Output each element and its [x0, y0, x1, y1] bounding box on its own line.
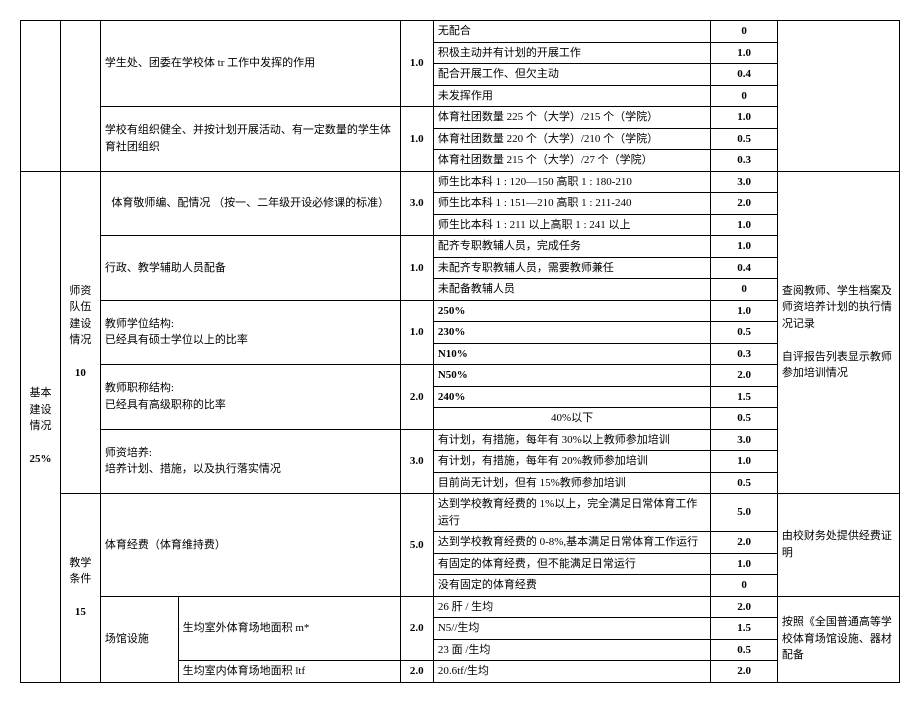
- crit: 达到学校教育经费的 0-8%,基本满足日常体育工作运行: [433, 532, 710, 554]
- crit: 体育社团数量 215 个（大学）/27 个（学院）: [433, 150, 710, 172]
- pts: 1.0: [400, 21, 433, 107]
- score: 1.5: [711, 618, 778, 640]
- crit: 有固定的体育经费，但不能满足日常运行: [433, 553, 710, 575]
- score: 0.5: [711, 128, 778, 150]
- pts: 1.0: [400, 300, 433, 365]
- score: 1.0: [711, 300, 778, 322]
- score: 0.5: [711, 639, 778, 661]
- pts: 1.0: [400, 236, 433, 301]
- score: 1.0: [711, 42, 778, 64]
- pts: 5.0: [400, 494, 433, 597]
- score: 1.0: [711, 553, 778, 575]
- crit: 250%: [433, 300, 710, 322]
- sub-pts: 10: [75, 367, 86, 379]
- crit: 师生比本科 1 : 151—210 高职 1 : 211-240: [433, 193, 710, 215]
- desc: 行政、教学辅助人员配备: [100, 236, 400, 301]
- crit: 40%以下: [433, 408, 710, 430]
- score: 1.0: [711, 236, 778, 258]
- cat-label: 基本建设情况: [29, 387, 51, 432]
- score: 0: [711, 85, 778, 107]
- note: [777, 21, 899, 172]
- score: 0.4: [711, 257, 778, 279]
- crit: 240%: [433, 386, 710, 408]
- crit: N10%: [433, 343, 710, 365]
- note: 由校财务处提供经费证明: [777, 494, 899, 597]
- sub-teach: 教学条件 15: [60, 494, 100, 683]
- crit: 有计划，有措施，每年有 30%以上教师参加培训: [433, 429, 710, 451]
- evaluation-table: 学生处、团委在学校体 tr 工作中发挥的作用 1.0 无配合 0 积极主动并有计…: [20, 20, 900, 683]
- cat0: [21, 21, 61, 172]
- score: 0: [711, 575, 778, 597]
- note: 查阅教师、学生档案及师资培养计划的执行情况记录 自评报告列表显示教师参加培训情况: [777, 171, 899, 494]
- crit: 23 面 /生均: [433, 639, 710, 661]
- desc: 场馆设施: [100, 596, 178, 682]
- crit: 体育社团数量 220 个（大学）/210 个（学院）: [433, 128, 710, 150]
- score: 0.5: [711, 472, 778, 494]
- crit: 有计划，有措施，每年有 20%教师参加培训: [433, 451, 710, 473]
- sub0: [60, 21, 100, 172]
- score: 1.0: [711, 451, 778, 473]
- crit: 未配齐专职教辅人员，需要教师兼任: [433, 257, 710, 279]
- score: 0.5: [711, 408, 778, 430]
- cat-basic: 基本建设情况 25%: [21, 171, 61, 682]
- desc: 学生处、团委在学校体 tr 工作中发挥的作用: [100, 21, 400, 107]
- crit: 师生比本科 1 : 120—150 高职 1 : 180-210: [433, 171, 710, 193]
- row: 学生处、团委在学校体 tr 工作中发挥的作用 1.0 无配合 0: [21, 21, 900, 43]
- score: 1.5: [711, 386, 778, 408]
- score: 2.0: [711, 532, 778, 554]
- note: 按照《全国普通高等学校体育场馆设施、器材配备: [777, 596, 899, 682]
- desc: 教师学位结构: 已经具有硕士学位以上的比率: [100, 300, 400, 365]
- crit: 体育社团数量 225 个（大学）/215 个（学院）: [433, 107, 710, 129]
- score: 0.3: [711, 343, 778, 365]
- crit: 没有固定的体育经费: [433, 575, 710, 597]
- crit: 20.6tf/生均: [433, 661, 710, 683]
- pts: 3.0: [400, 171, 433, 236]
- crit: 未发挥作用: [433, 85, 710, 107]
- score: 0.5: [711, 322, 778, 344]
- score: 1.0: [711, 214, 778, 236]
- sub-teacher: 师资队伍建设情况 10: [60, 171, 100, 494]
- crit: 达到学校教育经费的 1%以上，完全满足日常体育工作运行: [433, 494, 710, 532]
- crit: 配齐专职教辅人员，完成任务: [433, 236, 710, 258]
- crit: 目前尚无计划，但有 15%教师参加培训: [433, 472, 710, 494]
- crit: 师生比本科 1 : 211 以上高职 1 : 241 以上: [433, 214, 710, 236]
- score: 3.0: [711, 429, 778, 451]
- score: 2.0: [711, 365, 778, 387]
- score: 1.0: [711, 107, 778, 129]
- score: 3.0: [711, 171, 778, 193]
- crit: 26 肝 / 生均: [433, 596, 710, 618]
- desc: 师资培养: 培养计划、措施，以及执行落实情况: [100, 429, 400, 494]
- score: 0: [711, 21, 778, 43]
- score: 2.0: [711, 596, 778, 618]
- sub-pts: 15: [75, 606, 86, 618]
- score: 2.0: [711, 661, 778, 683]
- score: 2.0: [711, 193, 778, 215]
- desc: 学校有组织健全、并按计划开展活动、有一定数量的学生体育社团组织: [100, 107, 400, 172]
- crit: N50%: [433, 365, 710, 387]
- crit: 无配合: [433, 21, 710, 43]
- desc: 体育敬师编、配情况 （按一、二年级开设必修课的标准）: [100, 171, 400, 236]
- sub-desc: 生均室内体育场地面积 ltf: [178, 661, 400, 683]
- crit: 230%: [433, 322, 710, 344]
- sub-name: 师资队伍建设情况: [69, 285, 91, 347]
- crit: 配合开展工作、但欠主动: [433, 64, 710, 86]
- sub-name: 教学条件: [69, 557, 91, 586]
- score: 0.4: [711, 64, 778, 86]
- crit: N5//生均: [433, 618, 710, 640]
- pts: 1.0: [400, 107, 433, 172]
- pts: 2.0: [400, 661, 433, 683]
- score: 0.3: [711, 150, 778, 172]
- crit: 积极主动并有计划的开展工作: [433, 42, 710, 64]
- score: 5.0: [711, 494, 778, 532]
- desc: 体育经费（体育维持费）: [100, 494, 400, 597]
- desc: 教师职称结构: 已经具有高级职称的比率: [100, 365, 400, 430]
- score: 0: [711, 279, 778, 301]
- crit: 未配备教辅人员: [433, 279, 710, 301]
- pts: 3.0: [400, 429, 433, 494]
- pts: 2.0: [400, 365, 433, 430]
- cat-pct: 25%: [29, 453, 51, 465]
